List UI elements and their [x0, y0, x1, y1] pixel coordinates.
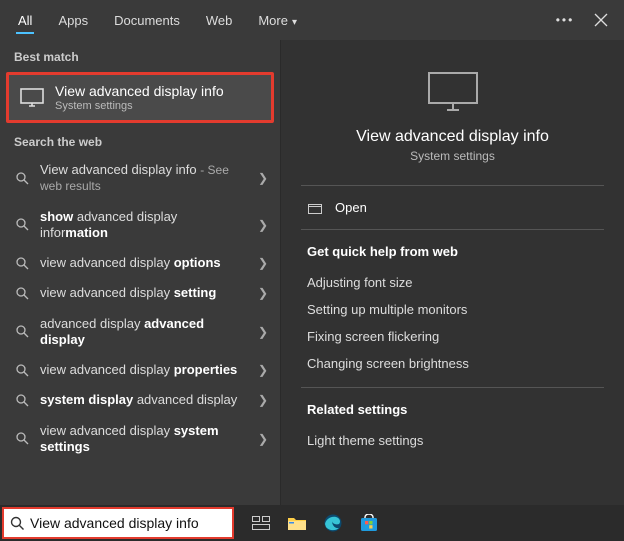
related-block: Related settings Light theme settings — [281, 388, 624, 464]
chevron-right-icon: ❯ — [258, 363, 272, 377]
preview-subtitle: System settings — [410, 149, 495, 163]
preview-hero: View advanced display info System settin… — [281, 40, 624, 185]
best-match-subtitle: System settings — [55, 100, 224, 112]
search-input[interactable] — [30, 509, 232, 537]
related-heading: Related settings — [307, 402, 604, 417]
tab-more[interactable]: More ▾ — [246, 3, 309, 38]
search-icon — [14, 257, 30, 270]
quick-help-link[interactable]: Setting up multiple monitors — [307, 296, 604, 323]
tab-apps[interactable]: Apps — [46, 3, 100, 38]
quick-help-link[interactable]: Changing screen brightness — [307, 350, 604, 377]
quick-help-link[interactable]: Fixing screen flickering — [307, 323, 604, 350]
task-view-icon[interactable] — [244, 507, 278, 539]
chevron-right-icon: ❯ — [258, 432, 272, 446]
web-results-list: View advanced display info - See web res… — [0, 155, 280, 462]
close-icon[interactable] — [584, 3, 618, 37]
search-icon — [14, 364, 30, 377]
results-column: Best match View advanced display info Sy… — [0, 40, 280, 505]
tab-web[interactable]: Web — [194, 3, 245, 38]
web-result[interactable]: view advanced display options ❯ — [0, 248, 280, 278]
web-result-text: view advanced display system settings — [40, 423, 248, 456]
quick-help-heading: Get quick help from web — [307, 244, 604, 259]
web-result[interactable]: View advanced display info - See web res… — [0, 155, 280, 202]
search-icon — [14, 325, 30, 338]
best-match-title: View advanced display info — [55, 83, 224, 99]
chevron-down-icon: ▾ — [292, 17, 297, 28]
best-match-result[interactable]: View advanced display info System settin… — [6, 72, 274, 123]
search-panel: All Apps Documents Web More ▾ ••• Best ma… — [0, 0, 624, 505]
preview-pane: View advanced display info System settin… — [280, 40, 624, 505]
search-icon — [14, 432, 30, 445]
quick-help-link[interactable]: Adjusting font size — [307, 269, 604, 296]
search-icon — [14, 287, 30, 300]
web-result-text: View advanced display info - See web res… — [40, 162, 248, 195]
tab-more-label: More — [258, 13, 288, 28]
taskbar — [0, 505, 624, 541]
taskbar-pinned — [244, 507, 386, 539]
chevron-right-icon: ❯ — [258, 218, 272, 232]
web-result[interactable]: system display advanced display ❯ — [0, 385, 280, 415]
file-explorer-icon[interactable] — [280, 507, 314, 539]
web-result[interactable]: view advanced display properties ❯ — [0, 355, 280, 385]
filter-tabs: All Apps Documents Web More ▾ ••• — [0, 0, 624, 40]
chevron-right-icon: ❯ — [258, 325, 272, 339]
monitor-icon — [19, 88, 45, 108]
web-result-text: show advanced display information — [40, 209, 248, 242]
quick-help-block: Get quick help from web Adjusting font s… — [281, 230, 624, 387]
web-result-text: view advanced display setting — [40, 285, 248, 301]
more-options-icon[interactable]: ••• — [548, 3, 582, 37]
best-match-label: Best match — [0, 44, 280, 70]
chevron-right-icon: ❯ — [258, 171, 272, 185]
search-icon — [14, 218, 30, 231]
web-result[interactable]: show advanced display information ❯ — [0, 202, 280, 249]
tab-all[interactable]: All — [6, 3, 44, 38]
chevron-right-icon: ❯ — [258, 286, 272, 300]
web-result[interactable]: view advanced display system settings ❯ — [0, 416, 280, 463]
web-result-text: view advanced display options — [40, 255, 248, 271]
search-web-label: Search the web — [0, 129, 280, 155]
web-result-text: system display advanced display — [40, 392, 248, 408]
search-icon — [14, 172, 30, 185]
related-link[interactable]: Light theme settings — [307, 427, 604, 454]
open-icon — [307, 202, 323, 214]
taskbar-search[interactable] — [2, 507, 234, 539]
search-icon — [14, 394, 30, 407]
edge-icon[interactable] — [316, 507, 350, 539]
search-icon — [4, 516, 30, 531]
preview-title: View advanced display info — [356, 128, 549, 146]
web-result-text: advanced display advanced display — [40, 316, 248, 349]
open-action[interactable]: Open — [281, 186, 624, 229]
tab-documents[interactable]: Documents — [102, 3, 192, 38]
web-result[interactable]: view advanced display setting ❯ — [0, 278, 280, 308]
web-result-text: view advanced display properties — [40, 362, 248, 378]
monitor-icon-large — [425, 70, 481, 114]
open-label: Open — [335, 200, 367, 215]
store-icon[interactable] — [352, 507, 386, 539]
chevron-right-icon: ❯ — [258, 393, 272, 407]
chevron-right-icon: ❯ — [258, 256, 272, 270]
web-result[interactable]: advanced display advanced display ❯ — [0, 309, 280, 356]
